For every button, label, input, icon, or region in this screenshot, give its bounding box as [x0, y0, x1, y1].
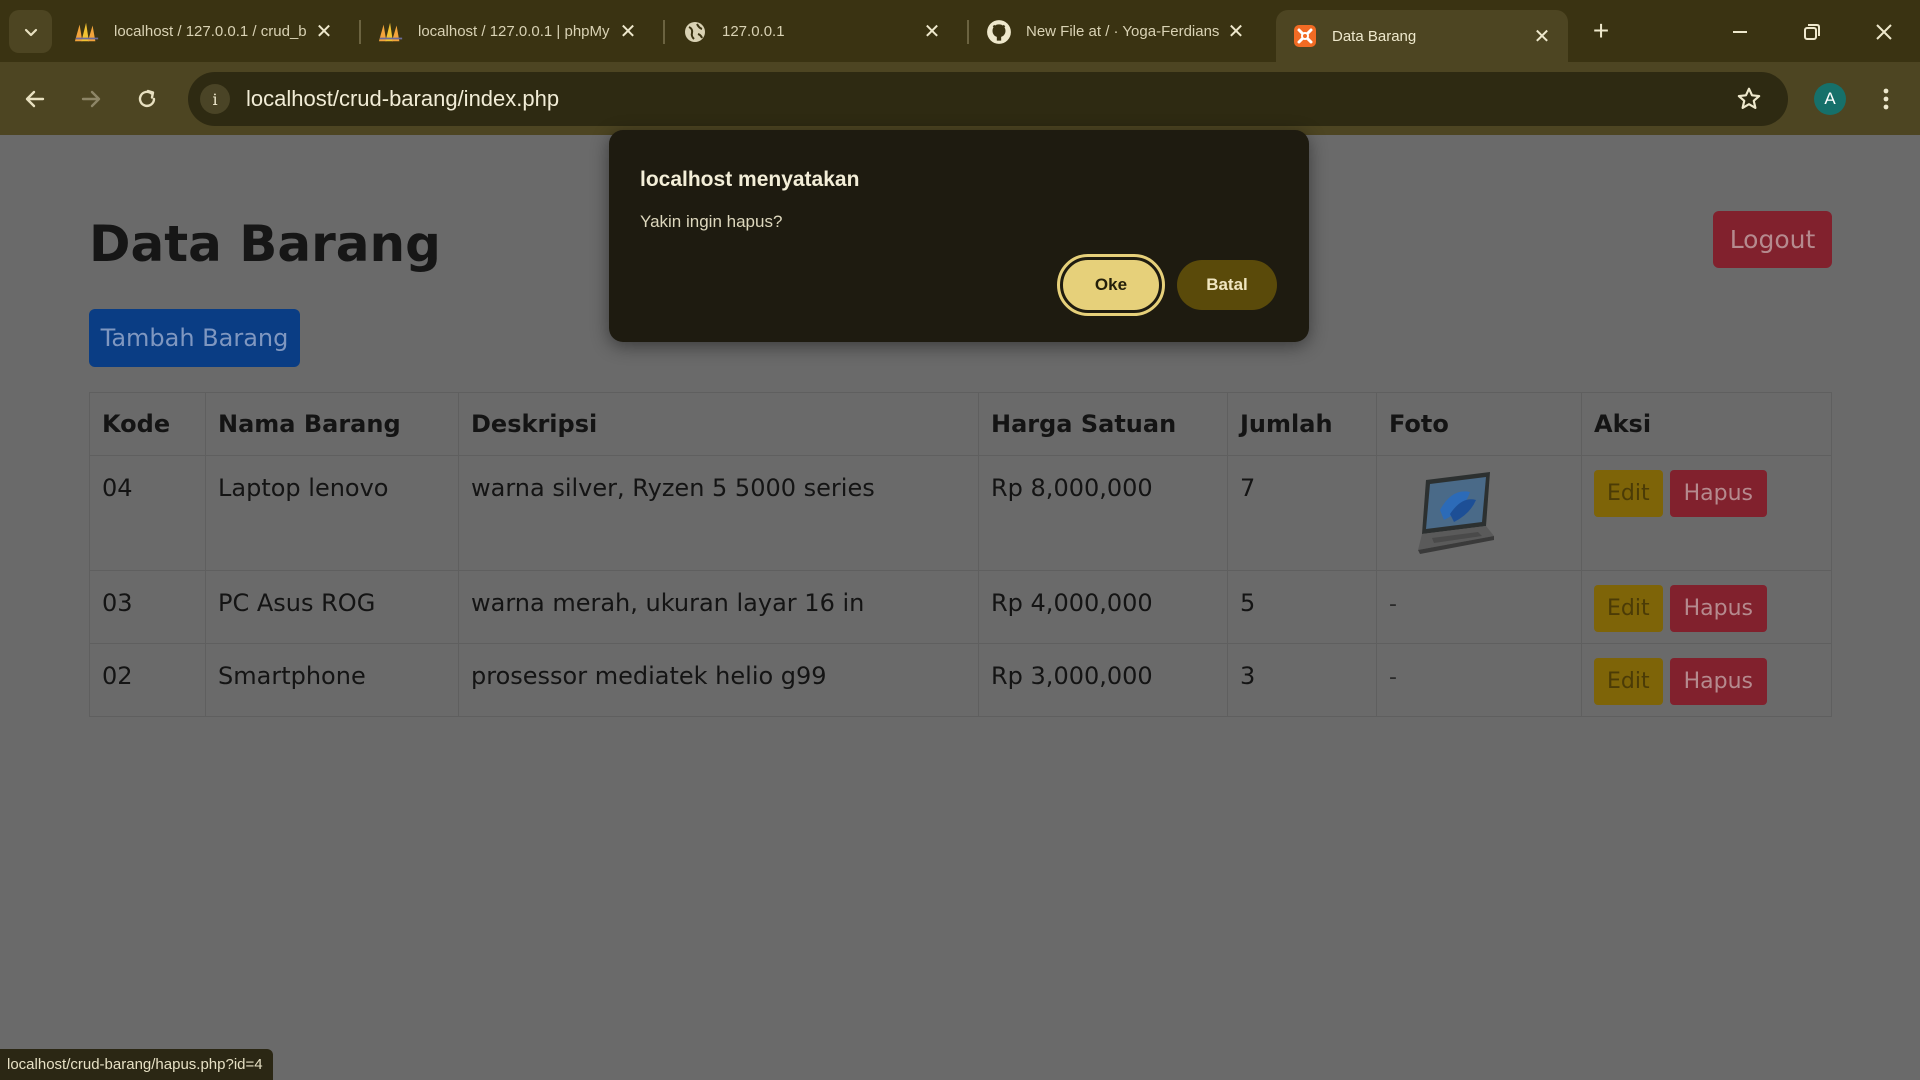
phpmyadmin-icon: [378, 19, 404, 45]
delete-button[interactable]: Hapus: [1669, 658, 1768, 705]
header-nama-barang: Nama Barang: [205, 392, 459, 456]
phpmyadmin-icon: [74, 19, 100, 45]
header-aksi: Aksi: [1581, 392, 1832, 456]
restore-icon: [1804, 24, 1820, 40]
tab-github[interactable]: New File at / · Yoga-Ferdians ✕: [970, 10, 1262, 53]
xampp-icon: [1292, 23, 1318, 49]
cell-deskripsi: warna silver, Ryzen 5 5000 series: [458, 455, 979, 571]
items-table: Kode Nama Barang Deskripsi Harga Satuan …: [89, 392, 1832, 717]
reload-button[interactable]: [128, 80, 166, 118]
cancel-button[interactable]: Batal: [1177, 260, 1277, 310]
cell-nama: Laptop lenovo: [205, 455, 459, 571]
edit-button[interactable]: Edit: [1594, 658, 1663, 705]
cell-jumlah: 7: [1227, 455, 1377, 571]
header-harga-satuan: Harga Satuan: [978, 392, 1228, 456]
edit-button[interactable]: Edit: [1594, 585, 1663, 632]
globe-icon: [682, 19, 708, 45]
close-icon[interactable]: ✕: [920, 20, 944, 44]
close-icon[interactable]: ✕: [1224, 20, 1248, 44]
cell-aksi: Edit Hapus: [1581, 455, 1832, 571]
site-info-icon[interactable]: i: [200, 84, 230, 114]
tab-data-barang[interactable]: Data Barang ✕: [1276, 10, 1568, 62]
cell-jumlah: 3: [1227, 643, 1377, 717]
new-tab-button[interactable]: +: [1584, 14, 1618, 48]
cell-kode: 02: [89, 643, 206, 717]
minimize-icon: [1733, 31, 1747, 33]
tab-separator: [663, 20, 665, 44]
browser-toolbar: i localhost/crud-barang/index.php A: [0, 62, 1920, 135]
cell-kode: 04: [89, 455, 206, 571]
header-jumlah: Jumlah: [1227, 392, 1377, 456]
bookmark-star-icon[interactable]: [1734, 84, 1764, 114]
cell-harga: Rp 4,000,000: [978, 570, 1228, 644]
close-window-button[interactable]: [1866, 14, 1902, 50]
delete-button[interactable]: Hapus: [1669, 470, 1768, 517]
table-row: 03 PC Asus ROG warna merah, ukuran layar…: [89, 570, 1832, 644]
cell-foto: -: [1376, 643, 1582, 717]
cell-kode: 03: [89, 570, 206, 644]
profile-avatar[interactable]: A: [1814, 83, 1846, 115]
minimize-button[interactable]: [1722, 14, 1758, 50]
restore-button[interactable]: [1794, 14, 1830, 50]
reload-icon: [138, 89, 156, 108]
logout-button[interactable]: Logout: [1713, 211, 1832, 268]
url-text[interactable]: localhost/crud-barang/index.php: [246, 86, 559, 112]
close-icon: [1876, 24, 1892, 40]
cell-foto: -: [1376, 570, 1582, 644]
dialog-message: Yakin ingin hapus?: [640, 212, 783, 231]
tab-localhost[interactable]: 127.0.0.1 ✕: [666, 10, 958, 53]
ok-button[interactable]: Oke: [1057, 254, 1165, 316]
kebab-menu-icon: [1883, 88, 1889, 110]
chevron-down-icon: [24, 28, 37, 36]
cell-jumlah: 5: [1227, 570, 1377, 644]
browser-tab-strip: localhost / 127.0.0.1 / crud_b ✕ localho…: [0, 0, 1920, 62]
cell-aksi: Edit Hapus: [1581, 570, 1832, 644]
close-icon[interactable]: ✕: [312, 20, 336, 44]
tab-phpmyadmin-crud[interactable]: localhost / 127.0.0.1 / crud_b ✕: [58, 10, 350, 53]
tab-phpmyadmin[interactable]: localhost / 127.0.0.1 | phpMy ✕: [362, 10, 654, 53]
no-photo-dash: -: [1389, 592, 1397, 617]
arrow-left-icon: [25, 90, 45, 108]
cell-harga: Rp 3,000,000: [978, 643, 1228, 717]
tab-title: New File at / · Yoga-Ferdians: [1026, 23, 1220, 40]
cell-nama: PC Asus ROG: [205, 570, 459, 644]
github-icon: [986, 19, 1012, 45]
cell-deskripsi: prosessor mediatek helio g99: [458, 643, 979, 717]
header-foto: Foto: [1376, 392, 1582, 456]
tab-title: localhost / 127.0.0.1 / crud_b: [114, 23, 307, 40]
table-header-row: Kode Nama Barang Deskripsi Harga Satuan …: [89, 392, 1832, 456]
table-row: 02 Smartphone prosessor mediatek helio g…: [89, 643, 1832, 717]
header-kode: Kode: [89, 392, 206, 456]
cell-aksi: Edit Hapus: [1581, 643, 1832, 717]
cell-foto: [1376, 455, 1582, 571]
cell-nama: Smartphone: [205, 643, 459, 717]
delete-button[interactable]: Hapus: [1669, 585, 1768, 632]
laptop-image: [1418, 472, 1494, 554]
tab-title: localhost / 127.0.0.1 | phpMy: [418, 23, 610, 40]
link-status-bar: localhost/crud-barang/hapus.php?id=4: [0, 1049, 273, 1080]
edit-button[interactable]: Edit: [1594, 470, 1663, 517]
tab-title: 127.0.0.1: [722, 23, 785, 40]
page-title: Data Barang: [89, 215, 441, 273]
confirm-dialog: localhost menyatakan Yakin ingin hapus? …: [609, 130, 1309, 342]
close-icon[interactable]: ✕: [616, 20, 640, 44]
table-row: 04 Laptop lenovo warna silver, Ryzen 5 5…: [89, 455, 1832, 571]
tab-separator: [967, 20, 969, 44]
address-bar[interactable]: i localhost/crud-barang/index.php: [188, 72, 1788, 126]
arrow-right-icon: [81, 90, 101, 108]
back-button[interactable]: [16, 80, 54, 118]
tab-search-button[interactable]: [9, 10, 52, 53]
tab-title: Data Barang: [1332, 27, 1417, 45]
close-icon[interactable]: ✕: [1530, 24, 1554, 48]
add-item-button[interactable]: Tambah Barang: [89, 309, 300, 367]
more-options-button[interactable]: [1872, 80, 1900, 118]
dialog-title: localhost menyatakan: [640, 168, 860, 191]
header-deskripsi: Deskripsi: [458, 392, 979, 456]
forward-button[interactable]: [72, 80, 110, 118]
cell-deskripsi: warna merah, ukuran layar 16 in: [458, 570, 979, 644]
no-photo-dash: -: [1389, 665, 1397, 690]
tab-separator: [359, 20, 361, 44]
cell-harga: Rp 8,000,000: [978, 455, 1228, 571]
